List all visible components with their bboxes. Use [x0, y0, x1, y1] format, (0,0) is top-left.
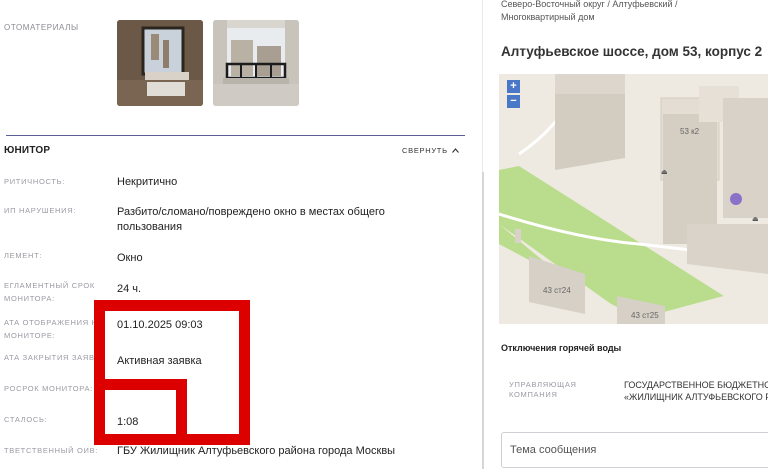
breadcrumb: Северо-Восточный округ / Алтуфьевский / … [501, 0, 678, 22]
zoom-in-button[interactable]: + [507, 80, 520, 93]
address-title: Алтуфьевское шоссе, дом 53, корпус 2 [501, 44, 763, 59]
field-label-close-date: АТА ЗАКРЫТИЯ ЗАЯВКИ [4, 353, 106, 362]
field-label-overdue: РОСРОК МОНИТОРА: [4, 384, 93, 393]
field-label-display-date: АТА ОТОБРАЖЕНИЯ НА МОНИТОРЕ: [4, 318, 104, 340]
map-label-building: 53 к2 [680, 127, 700, 136]
entrance-icon-2: ⏏ [752, 215, 759, 223]
field-value-close-date: Активная заявка [117, 355, 202, 367]
org-value: ГОСУДАРСТВЕННОЕ БЮДЖЕТНОЕ «ЖИЛИЩНИК АЛТУ… [624, 379, 768, 403]
window-photo-1 [117, 20, 203, 106]
org-value-line1: ГОСУДАРСТВЕННОЕ БЮДЖЕТНОЕ [624, 380, 768, 390]
section-divider [6, 135, 465, 136]
field-value-element: Окно [117, 252, 143, 264]
entrance-icon: ⏏ [661, 168, 668, 176]
photo-thumbnail-2[interactable] [213, 20, 299, 106]
org-value-line2: «ЖИЛИЩНИК АЛТУФЬЕВСКОГО РА [624, 392, 768, 402]
field-value-deadline: 24 ч. [117, 283, 142, 295]
location-panel: Северо-Восточный округ / Алтуфьевский / … [483, 0, 768, 469]
field-value-display-date: 01.10.2025 09:03 [117, 319, 203, 331]
photos-label: ОТОМАТЕРИАЛЫ [4, 23, 79, 32]
org-label: УПРАВЛЯЮЩАЯ КОМПАНИЯ [509, 380, 577, 399]
field-value-responsible: ГБУ Жилищник Алтуфьевского района города… [117, 445, 396, 457]
card-panel: ОТОМАТЕРИАЛЫ ЮНИТОР СВЕРНУТЬ РИТИЧНОСТЬ:… [0, 0, 482, 469]
field-label-responsible: ТВЕТСТВЕННЫЙ ОИВ: [4, 446, 99, 455]
collapse-button[interactable]: СВЕРНУТЬ [402, 146, 459, 155]
map-label-garage-24: 43 ст24 [543, 286, 571, 295]
field-value-violation-type: Разбито/сломано/повреждено окно в местах… [117, 206, 385, 233]
outage-title: Отключения горячей воды [501, 343, 622, 353]
field-label-remaining: СТАЛОСЬ: [4, 415, 48, 424]
monitor-section-title: ЮНИТОР [4, 145, 51, 156]
map-canvas: 53 к2 43 ст24 43 ст25 ⏏ ⏏ [499, 74, 768, 324]
field-label-element: ЛЕМЕНТ: [4, 251, 43, 260]
map-label-garage-25: 43 ст25 [631, 311, 659, 320]
zoom-out-button[interactable]: − [507, 95, 520, 108]
map-view[interactable]: 53 к2 43 ст24 43 ст25 ⏏ ⏏ + − [499, 74, 768, 324]
field-value-criticality: Некритично [117, 176, 178, 188]
message-subject-input[interactable] [501, 432, 768, 468]
photo-thumbnail-1[interactable] [117, 20, 203, 106]
highlight-box-inner [94, 379, 187, 445]
field-label-criticality: РИТИЧНОСТЬ: [4, 177, 66, 186]
collapse-label: СВЕРНУТЬ [402, 146, 448, 155]
field-label-deadline: ЕГЛАМЕНТНЫЙ СРОК МОНИТОРА: [4, 281, 96, 303]
chevron-up-icon [451, 148, 459, 153]
window-photo-2 [213, 20, 299, 106]
field-value-remaining: 1:08 [117, 416, 139, 428]
location-marker [730, 193, 742, 205]
field-label-violation-type: ИП НАРУШЕНИЯ: [4, 206, 77, 215]
